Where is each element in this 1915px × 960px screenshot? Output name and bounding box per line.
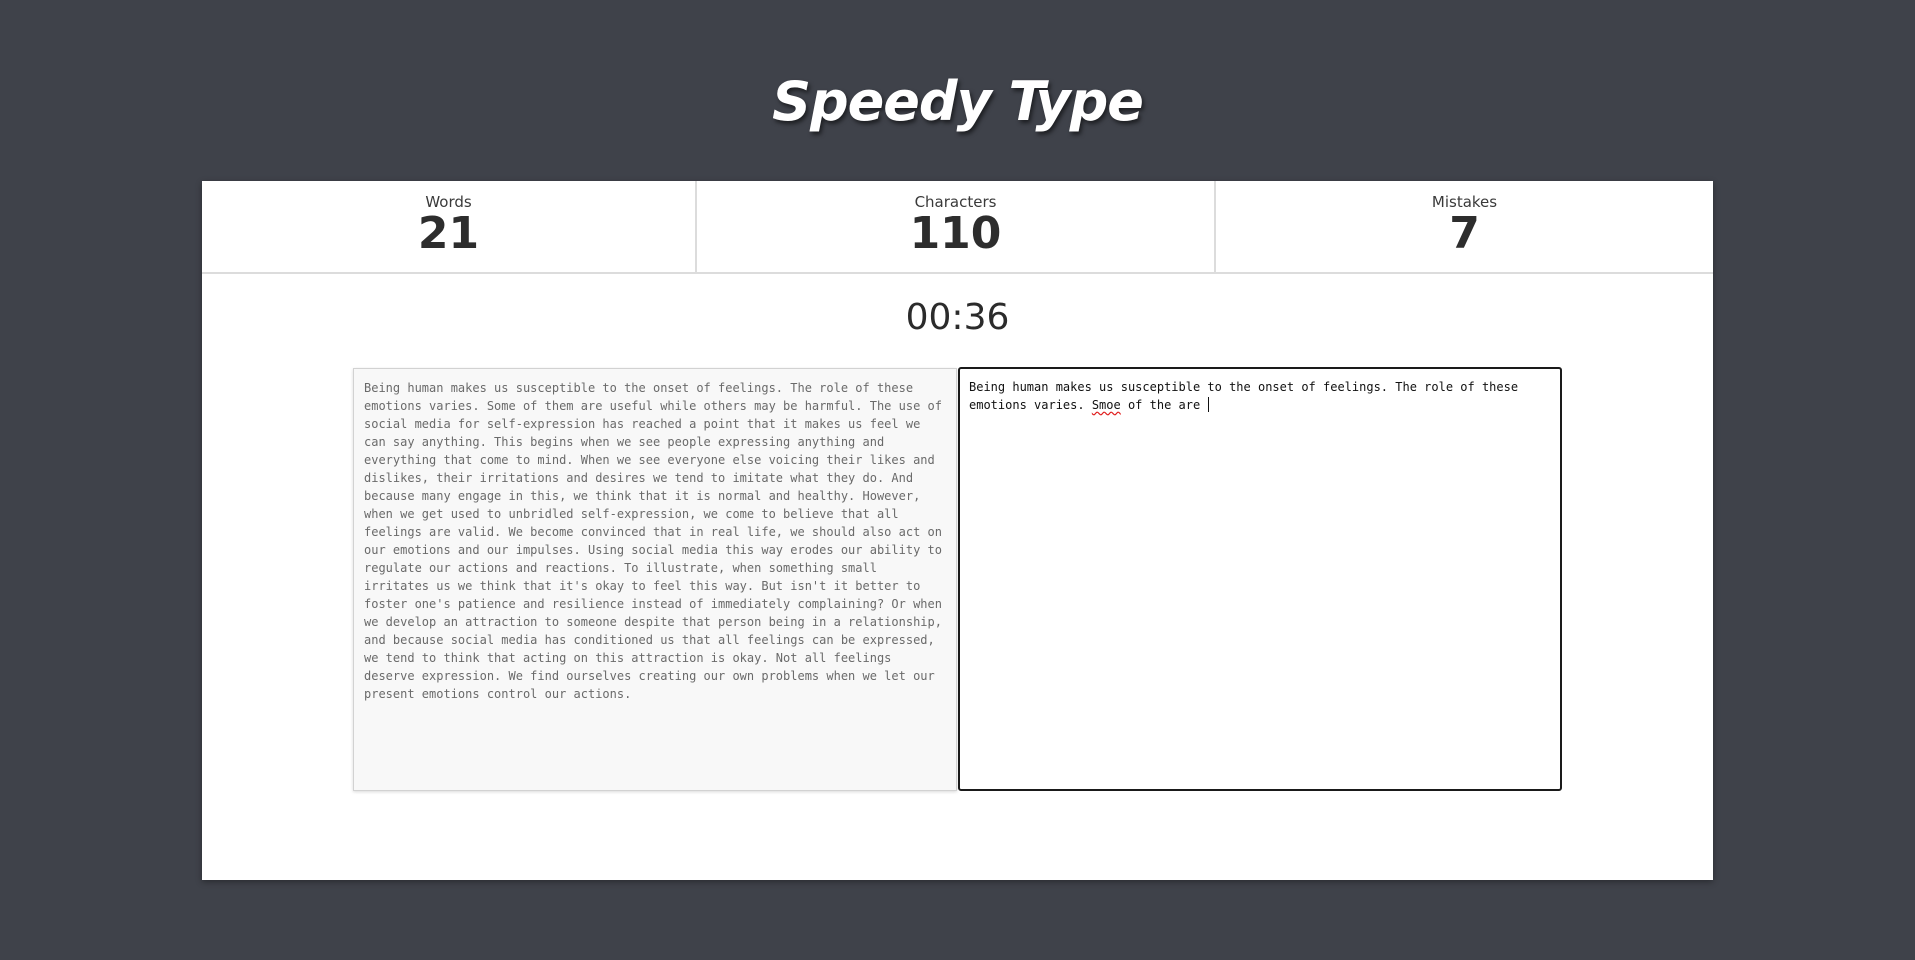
typing-test-card: Words 21 Characters 110 Mistakes 7 00:36… (202, 181, 1713, 880)
timer: 00:36 (905, 297, 1010, 338)
mistakes-count: 7 (1449, 208, 1480, 259)
typed-text: Being human makes us susceptible to the … (969, 380, 1526, 412)
characters-stat: Characters 110 (697, 181, 1216, 272)
app-title: Speedy Type (772, 70, 1144, 133)
typed-text-tail: of the are (1120, 398, 1208, 412)
characters-count: 110 (909, 208, 1002, 259)
words-count: 21 (417, 208, 480, 259)
stats-bar: Words 21 Characters 110 Mistakes 7 (202, 181, 1713, 274)
words-stat: Words 21 (202, 181, 697, 272)
source-text-panel: Being human makes us susceptible to the … (353, 368, 957, 791)
text-caret (1208, 397, 1210, 412)
mistakes-stat: Mistakes 7 (1216, 181, 1713, 272)
misspelled-word: Smoe (1091, 398, 1121, 412)
typing-input[interactable]: Being human makes us susceptible to the … (958, 367, 1562, 791)
